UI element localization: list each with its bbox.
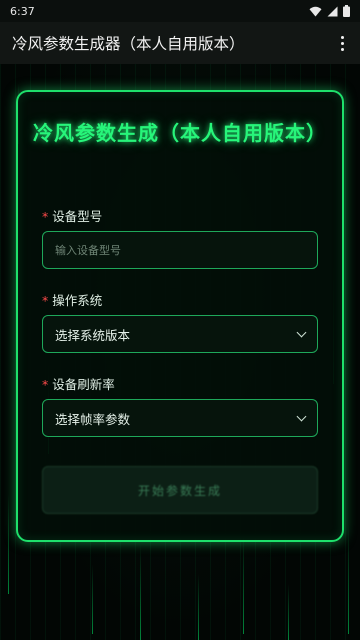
generate-button[interactable]: 开始参数生成 — [42, 466, 318, 514]
os-select[interactable]: 选择系统版本 — [42, 315, 318, 353]
required-mark: * — [42, 293, 49, 308]
refresh-rate-select-value: 选择帧率参数 — [55, 411, 131, 427]
signal-icon — [327, 6, 338, 16]
wifi-icon — [309, 6, 322, 16]
app-bar: 冷风参数生成器（本人自用版本） — [0, 22, 360, 64]
refresh-rate-label: * 设备刷新率 — [42, 377, 115, 392]
status-time: 6:37 — [10, 4, 35, 18]
device-model-label: * 设备型号 — [42, 209, 103, 224]
app-title: 冷风参数生成器（本人自用版本） — [12, 35, 245, 53]
refresh-rate-select[interactable]: 选择帧率参数 — [42, 399, 318, 437]
device-model-input[interactable]: 输入设备型号 — [42, 231, 318, 269]
required-mark: * — [42, 209, 49, 224]
status-bar: 6:37 — [0, 0, 360, 22]
battery-icon — [343, 5, 350, 17]
device-model-placeholder: 输入设备型号 — [55, 244, 121, 257]
os-select-value: 选择系统版本 — [55, 327, 131, 343]
os-label: * 操作系统 — [42, 293, 103, 308]
chevron-down-icon — [296, 411, 307, 421]
status-icons — [309, 5, 350, 17]
chevron-down-icon — [296, 327, 307, 337]
required-mark: * — [42, 377, 49, 392]
overflow-menu-icon[interactable] — [334, 33, 350, 53]
form-title: 冷风参数生成（本人自用版本） — [33, 121, 327, 145]
